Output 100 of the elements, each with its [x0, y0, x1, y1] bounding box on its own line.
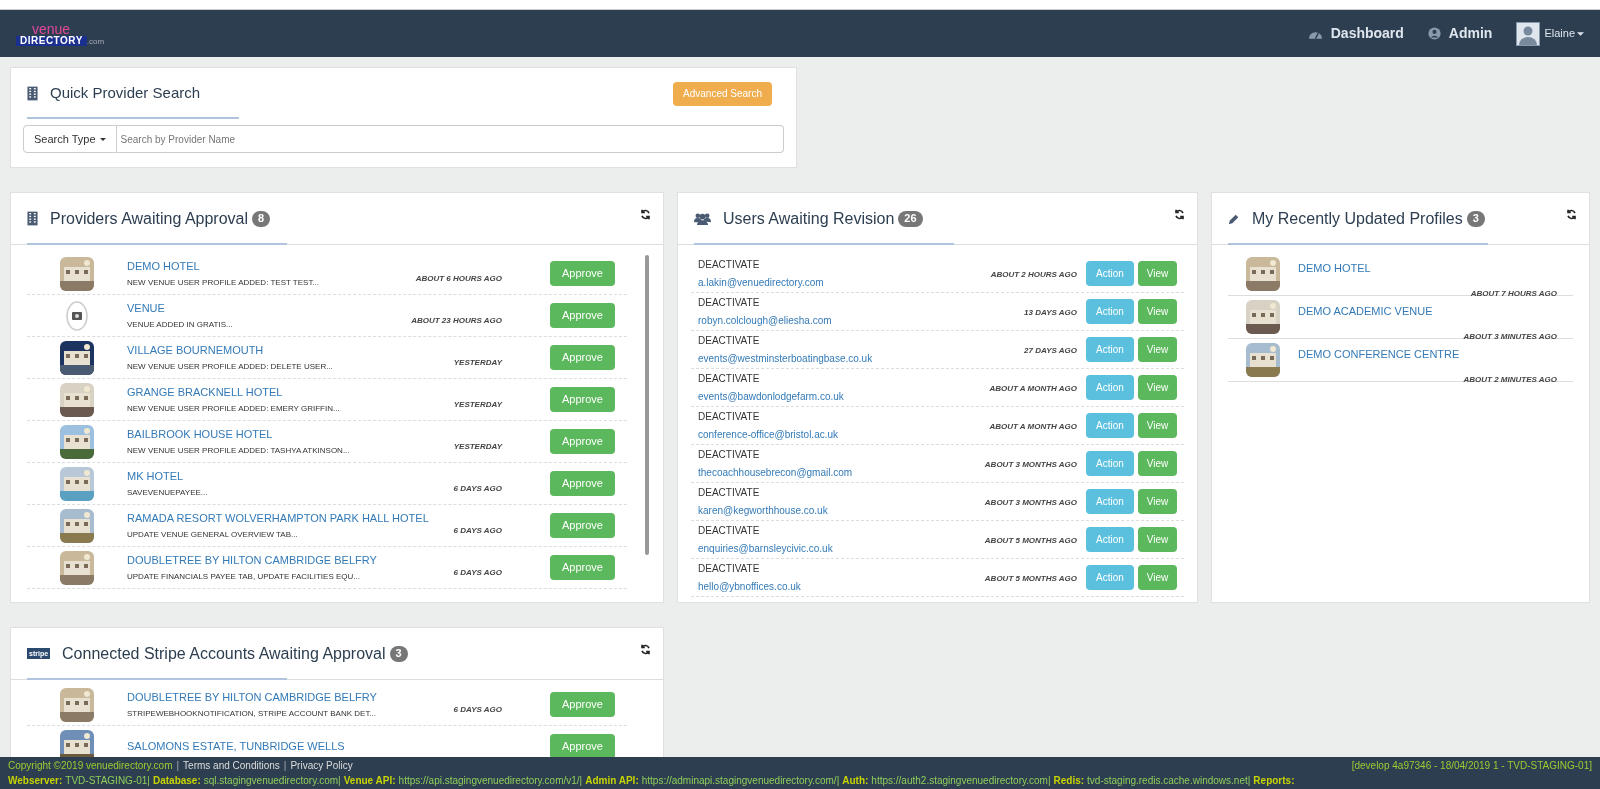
approve-button[interactable]: Approve — [550, 555, 615, 580]
time-ago: ABOUT 5 MONTHS AGO — [984, 536, 1077, 545]
view-button[interactable]: View — [1138, 565, 1177, 590]
refresh-icon[interactable] — [640, 209, 651, 220]
users-icon — [694, 212, 711, 225]
view-button[interactable]: View — [1138, 261, 1177, 286]
server-value: https://adminapi.stagingvenuedirectory.com/| — [641, 774, 840, 788]
venue-link[interactable]: BAILBROOK HOUSE HOTEL — [127, 425, 454, 443]
logo[interactable]: venue DIRECTORY .com — [16, 21, 105, 46]
venue-link[interactable]: DOUBLETREE BY HILTON CAMBRIDGE BELFRY — [127, 688, 454, 706]
build-info: [develop 4a97346 - 18/04/2019 1 - TVD-STAGING-01] — [1351, 759, 1592, 773]
user-circle-icon — [1427, 27, 1441, 40]
venue-link[interactable]: DEMO HOTEL — [127, 257, 416, 275]
user-status: DEACTIVATE — [698, 410, 761, 424]
venue-link[interactable]: DEMO CONFERENCE CENTRE — [1298, 346, 1557, 363]
footer-separator: | — [283, 759, 287, 773]
time-ago: 6 DAYS AGO — [453, 566, 502, 579]
time-ago: YESTERDAY — [453, 398, 502, 411]
time-ago: ABOUT 7 HOURS AGO — [1470, 288, 1557, 298]
scrollbar[interactable] — [645, 255, 649, 555]
change-description: NEW VENUE USER PROFILE ADDED: TEST TEST... — [127, 277, 321, 290]
venue-link[interactable]: GRANGE BRACKNELL HOTEL — [127, 383, 454, 401]
server-value: https://auth2.stagingvenuedirectory.com| — [871, 774, 1051, 788]
time-ago: ABOUT 2 HOURS AGO — [990, 270, 1077, 279]
email-link[interactable]: robyn.colclough@eliesha.com — [698, 313, 923, 328]
user-menu[interactable]: Elaine — [1544, 25, 1584, 42]
view-button[interactable]: View — [1138, 489, 1177, 514]
server-label: Database: — [152, 774, 201, 788]
approve-button[interactable]: Approve — [550, 261, 615, 286]
time-ago: 6 DAYS AGO — [453, 524, 502, 537]
venue-link[interactable]: VENUE — [127, 299, 412, 317]
change-description: NEW VENUE USER PROFILE ADDED: EMERY GRIFFIN... — [127, 403, 341, 416]
nav-link[interactable]: Admin — [1427, 23, 1493, 44]
server-label: Venue API: — [343, 774, 396, 788]
refresh-icon[interactable] — [1566, 209, 1577, 220]
user-status: DEACTIVATE — [698, 372, 761, 386]
venue-link[interactable]: RAMADA RESORT WOLVERHAMPTON PARK HALL HOTEL — [127, 509, 454, 527]
change-description: UPDATE VENUE GENERAL OVERVIEW TAB... — [127, 529, 299, 542]
time-ago: 6 DAYS AGO — [453, 482, 502, 495]
approve-button[interactable]: Approve — [550, 345, 615, 370]
email-link[interactable]: events@westminsterboatingbase.co.uk — [698, 351, 923, 366]
approve-button[interactable]: Approve — [550, 692, 615, 717]
time-ago: ABOUT A MONTH AGO — [989, 384, 1077, 393]
approve-button[interactable]: Approve — [550, 429, 615, 454]
venue-link[interactable]: MK HOTEL — [127, 467, 454, 485]
avatar-icon[interactable] — [1516, 21, 1541, 46]
user-status: DEACTIVATE — [698, 524, 761, 538]
count-badge: 3 — [389, 645, 408, 662]
email-link[interactable]: a.lakin@venuedirectory.com — [698, 275, 923, 290]
approve-button[interactable]: Approve — [550, 513, 615, 538]
user-status: DEACTIVATE — [698, 258, 761, 272]
view-button[interactable]: View — [1138, 337, 1177, 362]
time-ago: ABOUT 23 HOURS AGO — [411, 314, 502, 327]
time-ago: YESTERDAY — [453, 440, 502, 453]
server-value: sql.stagingvenuedirectory.com| — [203, 774, 341, 788]
building-icon — [27, 211, 38, 226]
view-button[interactable]: View — [1138, 375, 1177, 400]
venue-link[interactable]: DEMO ACADEMIC VENUE — [1298, 303, 1557, 320]
panel-title: Providers Awaiting Approval — [50, 208, 249, 229]
change-description: VENUE ADDED IN GRATIS... — [127, 319, 234, 332]
refresh-icon[interactable] — [1174, 209, 1185, 220]
count-badge: 8 — [252, 210, 271, 227]
email-link[interactable]: thecoachhousebrecon@gmail.com — [698, 465, 923, 480]
view-button[interactable]: View — [1138, 527, 1177, 552]
footer-link[interactable]: Privacy Policy — [290, 758, 353, 773]
refresh-icon[interactable] — [640, 644, 651, 655]
time-ago: 27 DAYS AGO — [1024, 346, 1077, 355]
server-label: Auth: — [842, 774, 869, 788]
approve-button[interactable]: Approve — [550, 303, 615, 328]
user-status: DEACTIVATE — [698, 448, 761, 462]
time-ago: ABOUT 2 MINUTES AGO — [1463, 374, 1557, 384]
card-title: Quick Provider Search — [50, 83, 201, 104]
view-button[interactable]: View — [1138, 451, 1177, 476]
venue-link[interactable]: DEMO HOTEL — [1298, 260, 1557, 277]
panel-title: Connected Stripe Accounts Awaiting Approval — [62, 643, 386, 664]
venue-link[interactable]: VILLAGE BOURNEMOUTH — [127, 341, 454, 359]
email-link[interactable]: hello@ybnoffices.co.uk — [698, 579, 923, 594]
view-button[interactable]: View — [1138, 299, 1177, 324]
approve-button[interactable]: Approve — [550, 734, 615, 757]
panel-title: Users Awaiting Revision — [723, 208, 895, 229]
search-field[interactable]: Search by Provider Name — [116, 125, 784, 153]
email-link[interactable]: enquiries@barnsleycivic.co.uk — [698, 541, 923, 556]
nav-link[interactable]: Dashboard — [1307, 23, 1404, 44]
venue-link[interactable]: DOUBLETREE BY HILTON CAMBRIDGE BELFRY — [127, 551, 454, 569]
server-label: Webserver: — [8, 774, 63, 788]
venue-link[interactable]: SALOMONS ESTATE, TUNBRIDGE WELLS — [127, 738, 550, 755]
email-link[interactable]: events@bawdonlodgefarm.co.uk — [698, 389, 923, 404]
view-button[interactable]: View — [1138, 413, 1177, 438]
count-badge: 26 — [898, 210, 923, 227]
approve-button[interactable]: Approve — [550, 387, 615, 412]
change-description: STRIPEWEBHOOKNOTIFICATION, STRIPE ACCOUNT BANK DET... — [127, 708, 378, 721]
email-link[interactable]: conference-office@bristol.ac.uk — [698, 427, 923, 442]
caret-icon — [1577, 31, 1584, 36]
copyright-text: Copyright ©2019 venuedirectory.com — [8, 759, 173, 773]
approve-button[interactable]: Approve — [550, 471, 615, 496]
time-ago: ABOUT 6 HOURS AGO — [415, 272, 502, 285]
footer-link[interactable]: Terms and Conditions — [183, 758, 280, 773]
user-status: DEACTIVATE — [698, 296, 761, 310]
search-type-dropdown[interactable]: Search Type — [23, 125, 117, 153]
email-link[interactable]: karen@kegworthhouse.co.uk — [698, 503, 923, 518]
